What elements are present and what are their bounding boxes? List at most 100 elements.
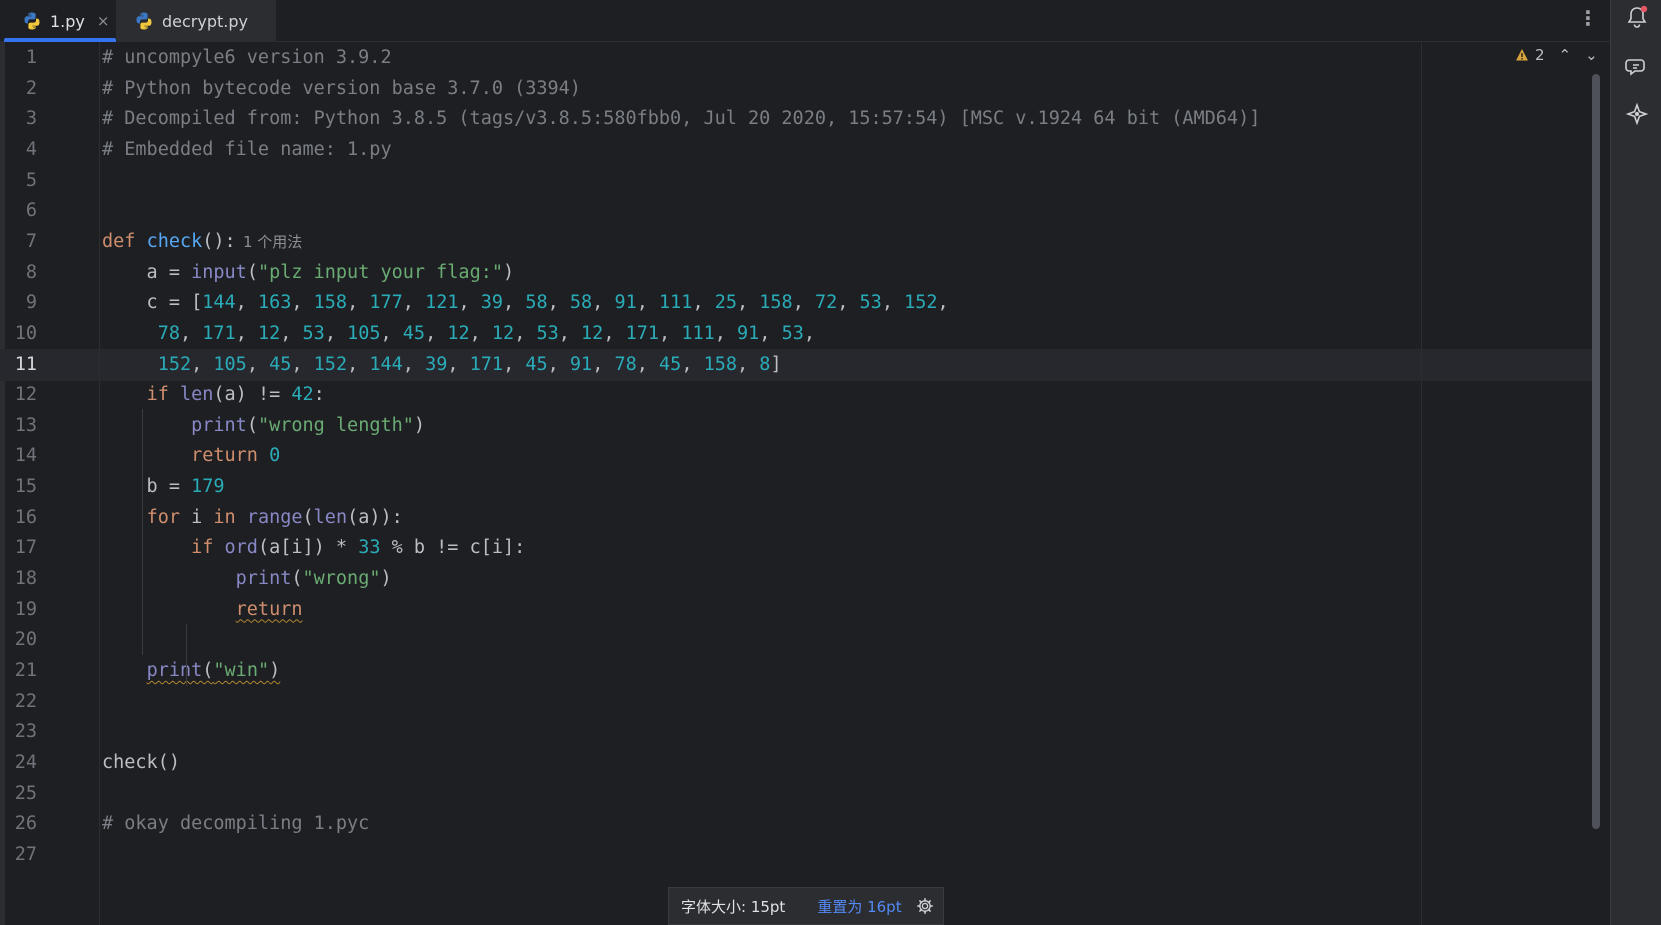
line-number[interactable]: 26 [0, 808, 37, 840]
line-number[interactable]: 5 [0, 165, 37, 197]
code-text[interactable]: if ord(a[i]) * 33 % b != c[i]: [102, 532, 525, 564]
code-line[interactable]: 5 [0, 165, 1600, 197]
code-text[interactable]: 152, 105, 45, 152, 144, 39, 171, 45, 91,… [102, 349, 782, 381]
line-number[interactable]: 3 [0, 103, 37, 135]
line-number[interactable]: 25 [0, 778, 37, 810]
more-icon[interactable]: ⋮ [1578, 6, 1598, 30]
code-token: input [191, 261, 247, 283]
code-text[interactable]: if len(a) != 42: [102, 379, 325, 411]
code-token: range [246, 506, 303, 528]
code-token: , [503, 353, 526, 375]
code-line[interactable]: 9 c = [144, 163, 158, 177, 121, 39, 58, … [0, 287, 1600, 319]
line-number[interactable]: 12 [0, 379, 37, 411]
code-text[interactable]: 78, 171, 12, 53, 105, 45, 12, 12, 53, 12… [102, 318, 815, 350]
code-text[interactable]: return 0 [102, 440, 280, 472]
code-line[interactable]: 3 # Decompiled from: Python 3.8.5 (tags/v… [0, 103, 1600, 135]
line-number[interactable]: 22 [0, 686, 37, 718]
gear-icon[interactable] [916, 897, 934, 915]
next-highlight-icon[interactable]: ⌄ [1585, 46, 1598, 64]
usages-inlay-hint[interactable]: 1 个用法 [243, 226, 302, 258]
line-number[interactable]: 4 [0, 134, 37, 166]
code-text[interactable]: def check(): [102, 226, 236, 258]
tab-decrypt-py[interactable]: decrypt.py [116, 0, 276, 42]
code-line[interactable]: 27 [0, 839, 1600, 871]
code-editor[interactable]: 1 # uncompyle6 version 3.9.2 2 # Python byt… [0, 42, 1610, 925]
notifications-icon[interactable] [1624, 4, 1650, 30]
ai-assistant-icon[interactable] [1624, 102, 1650, 128]
code-line[interactable]: 16 for i in range(len(a)): [0, 502, 1600, 534]
code-text[interactable]: # Decompiled from: Python 3.8.5 (tags/v3… [102, 103, 1260, 135]
line-number[interactable]: 20 [0, 624, 37, 656]
code-line[interactable]: 7 def check(): 1 个用法 [0, 226, 1600, 258]
code-line[interactable]: 14 return 0 [0, 440, 1600, 472]
line-number[interactable]: 8 [0, 257, 37, 289]
previous-highlight-icon[interactable]: ⌃ [1559, 46, 1572, 64]
code-line[interactable]: 23 [0, 716, 1600, 748]
code-token: ( [202, 660, 214, 681]
line-number[interactable]: 17 [0, 532, 37, 564]
code-text[interactable]: print("win") [102, 655, 281, 687]
line-number[interactable]: 13 [0, 410, 37, 442]
code-line[interactable]: 24 check() [0, 747, 1600, 779]
code-text[interactable]: # uncompyle6 version 3.9.2 [102, 42, 392, 74]
code-line[interactable]: 6 [0, 195, 1600, 227]
code-token: 91 [737, 322, 760, 344]
code-text[interactable]: # okay decompiling 1.pyc [102, 808, 369, 840]
code-line[interactable]: 25 [0, 778, 1600, 810]
line-number[interactable]: 18 [0, 563, 37, 595]
code-line[interactable]: 4 # Embedded file name: 1.py [0, 134, 1600, 166]
reset-font-size-link[interactable]: 重置为 16pt [817, 896, 901, 917]
line-number[interactable]: 7 [0, 226, 37, 258]
code-line[interactable]: 17 if ord(a[i]) * 33 % b != c[i]: [0, 532, 1600, 564]
code-line[interactable]: 15 b = 179 [0, 471, 1600, 503]
line-number[interactable]: 15 [0, 471, 37, 503]
code-text[interactable]: # Embedded file name: 1.py [102, 134, 392, 166]
line-number[interactable]: 19 [0, 594, 37, 626]
line-number[interactable]: 14 [0, 440, 37, 472]
line-number[interactable]: 9 [0, 287, 37, 319]
code-text[interactable]: print("wrong") [102, 563, 392, 595]
code-line[interactable]: 18 print("wrong") [0, 563, 1600, 595]
code-text[interactable]: return [102, 594, 303, 626]
code-line[interactable]: 13 print("wrong length") [0, 410, 1600, 442]
code-line[interactable]: 10 78, 171, 12, 53, 105, 45, 12, 12, 53,… [0, 318, 1600, 350]
code-line[interactable]: 26 # okay decompiling 1.pyc [0, 808, 1600, 840]
code-token: # Python bytecode version base 3.7.0 (33… [102, 77, 581, 99]
code-line[interactable]: 8 a = input("plz input your flag:") [0, 257, 1600, 289]
code-line[interactable]: 22 [0, 686, 1600, 718]
code-text[interactable]: c = [144, 163, 158, 177, 121, 39, 58, 58… [102, 287, 949, 319]
line-number[interactable]: 23 [0, 716, 37, 748]
ai-chat-icon[interactable] [1624, 54, 1650, 80]
code-token: def [102, 230, 147, 252]
vertical-scrollbar[interactable] [1592, 74, 1600, 829]
tab-1-py[interactable]: 1.py × [4, 0, 116, 42]
code-line[interactable]: 19 return [0, 594, 1600, 626]
code-line[interactable]: 1 # uncompyle6 version 3.9.2 [0, 42, 1600, 74]
code-line[interactable]: 20 [0, 624, 1600, 656]
line-number[interactable]: 10 [0, 318, 37, 350]
code-text[interactable]: check() [102, 747, 180, 779]
code-token: , [291, 292, 314, 314]
code-token: 58 [525, 292, 548, 314]
code-text[interactable]: print("wrong length") [102, 410, 425, 442]
close-icon[interactable]: × [97, 12, 110, 30]
code-text[interactable]: for i in range(len(a)): [102, 502, 403, 534]
line-number[interactable]: 2 [0, 73, 37, 105]
code-line[interactable]: 12 if len(a) != 42: [0, 379, 1600, 411]
line-number[interactable]: 16 [0, 502, 37, 534]
line-number[interactable]: 27 [0, 839, 37, 871]
code-text[interactable]: a = input("plz input your flag:") [102, 257, 515, 289]
code-text[interactable]: # Python bytecode version base 3.7.0 (33… [102, 73, 581, 105]
code-token: # uncompyle6 version 3.9.2 [102, 47, 392, 68]
code-text[interactable]: b = 179 [102, 471, 225, 503]
line-number[interactable]: 1 [0, 42, 37, 74]
line-number[interactable]: 11 [0, 349, 37, 381]
code-token: b = [102, 476, 192, 498]
code-line[interactable]: 11 152, 105, 45, 152, 144, 39, 171, 45, … [0, 348, 1600, 381]
inspection-widget[interactable]: 2 ⌃ ⌄ [1515, 46, 1598, 64]
line-number[interactable]: 24 [0, 747, 37, 779]
code-line[interactable]: 21 print("win") [0, 655, 1600, 687]
line-number[interactable]: 21 [0, 655, 37, 687]
code-line[interactable]: 2 # Python bytecode version base 3.7.0 (3… [0, 73, 1600, 105]
line-number[interactable]: 6 [0, 195, 37, 227]
